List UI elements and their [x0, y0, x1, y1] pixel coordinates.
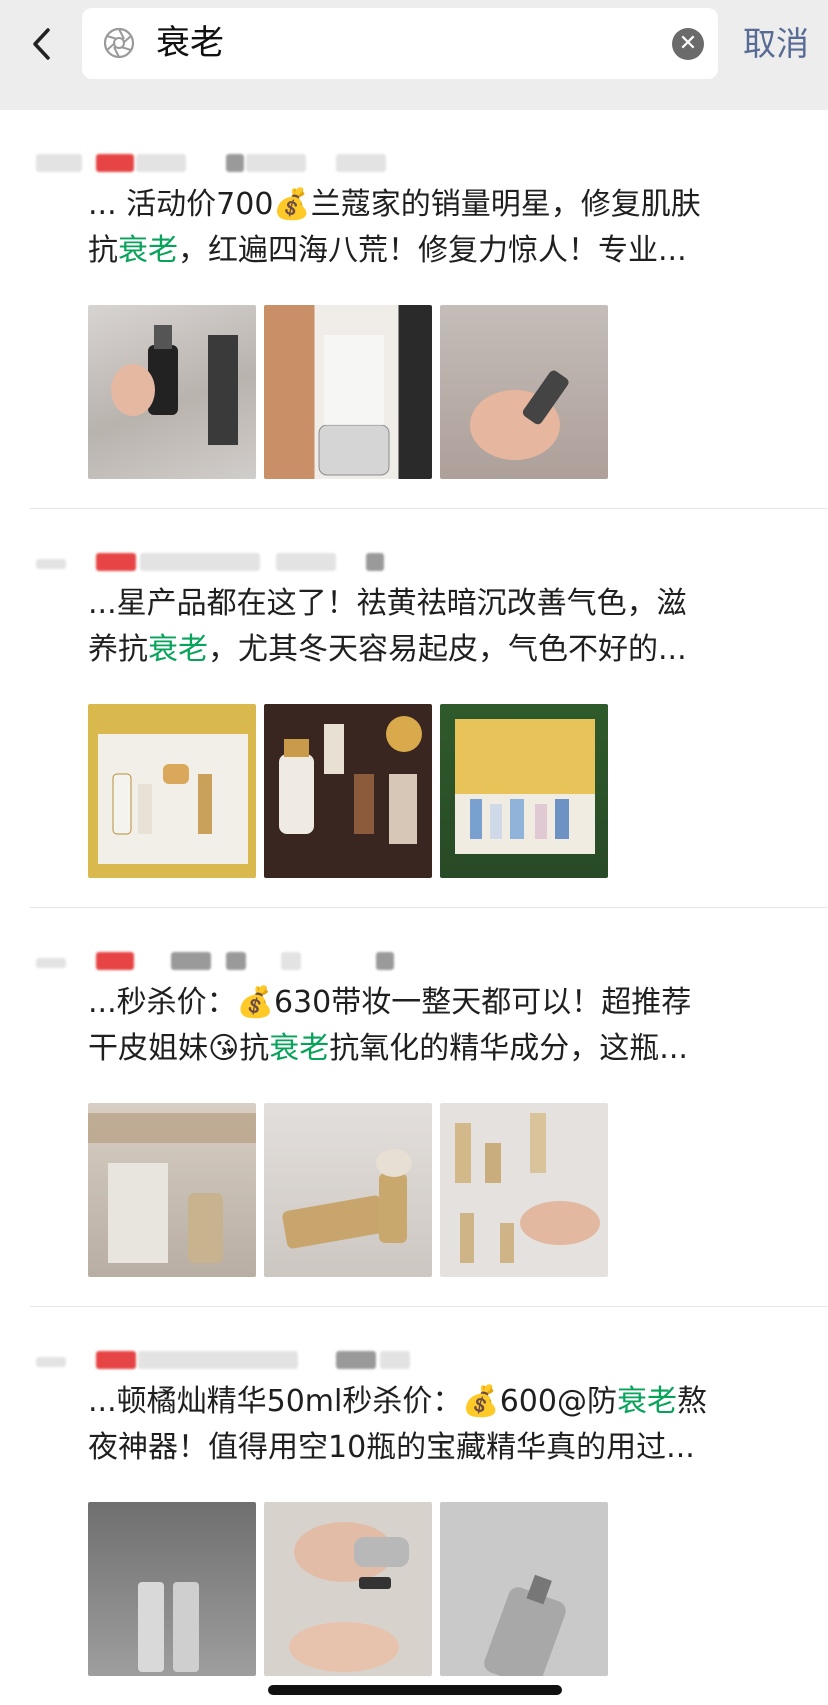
result-snippet: ...秒杀价：💰630带妆一整天都可以！超推荐 干皮姐妹😘抗衰老抗氧化的精华成分…	[88, 985, 692, 1066]
clear-icon[interactable]: ✕	[672, 28, 704, 60]
result-thumbnail[interactable]	[440, 704, 608, 878]
author-meta-blurred	[36, 154, 456, 174]
author-meta-blurred	[36, 1351, 456, 1371]
result-thumbnail[interactable]	[88, 704, 256, 878]
list-item[interactable]: ... 活动价700💰兰蔻家的销量明星，修复肌肤 抗衰老，红遍四海八荒！修复力惊…	[30, 110, 828, 509]
list-item[interactable]: ...星产品都在这了！祛黄祛暗沉改善气色，滋 养抗衰老，尤其冬天容易起皮，气色不…	[30, 509, 828, 908]
author-meta-blurred	[36, 952, 456, 972]
author-meta-blurred	[36, 553, 456, 573]
result-snippet: ...星产品都在这了！祛黄祛暗沉改善气色，滋 养抗衰老，尤其冬天容易起皮，气色不…	[88, 586, 687, 667]
back-icon[interactable]	[26, 22, 66, 66]
result-snippet: ...顿橘灿精华50ml秒杀价：💰600@防衰老熬 夜神器！值得用空10瓶的宝藏…	[88, 1384, 707, 1465]
cancel-button[interactable]: 取消	[743, 20, 809, 68]
result-thumbnail[interactable]	[264, 1502, 432, 1676]
result-thumbnail[interactable]	[440, 1502, 608, 1676]
results-list: ... 活动价700💰兰蔻家的销量明星，修复肌肤 抗衰老，红遍四海八荒！修复力惊…	[0, 110, 828, 1705]
home-indicator	[268, 1685, 562, 1695]
result-thumbnail[interactable]	[88, 1502, 256, 1676]
search-header: 衰老 ✕ 取消	[0, 0, 828, 110]
result-snippet: ... 活动价700💰兰蔻家的销量明星，修复肌肤 抗衰老，红遍四海八荒！修复力惊…	[88, 187, 701, 268]
result-thumbnail[interactable]	[88, 305, 256, 479]
result-thumbnail[interactable]	[440, 305, 608, 479]
result-thumbnail[interactable]	[264, 704, 432, 878]
result-thumbnail[interactable]	[264, 305, 432, 479]
search-query: 衰老	[156, 23, 224, 63]
result-thumbnail[interactable]	[88, 1103, 256, 1277]
result-thumbnail[interactable]	[440, 1103, 608, 1277]
camera-aperture-icon	[102, 26, 136, 60]
search-input[interactable]: 衰老 ✕	[82, 8, 718, 79]
list-item[interactable]: ...顿橘灿精华50ml秒杀价：💰600@防衰老熬 夜神器！值得用空10瓶的宝藏…	[30, 1307, 828, 1705]
list-item[interactable]: ...秒杀价：💰630带妆一整天都可以！超推荐 干皮姐妹😘抗衰老抗氧化的精华成分…	[30, 908, 828, 1307]
result-thumbnail[interactable]	[264, 1103, 432, 1277]
